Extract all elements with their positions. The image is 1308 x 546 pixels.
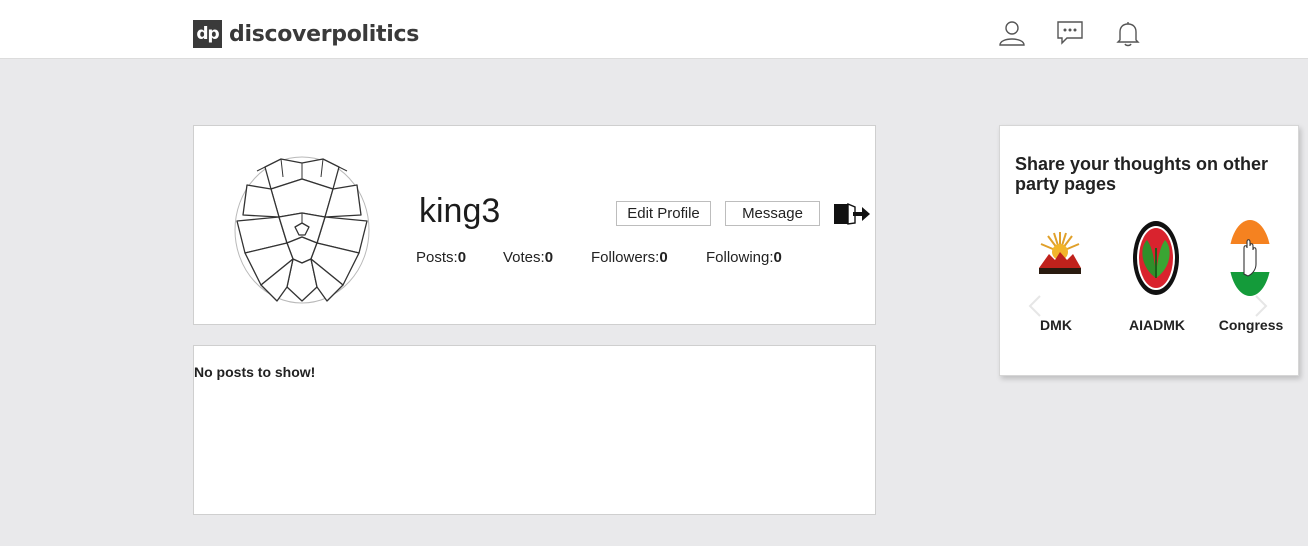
top-navbar: dp discoverpolitics bbox=[0, 0, 1308, 59]
aiadmk-logo bbox=[1133, 221, 1179, 295]
brand-mark: dp bbox=[193, 20, 222, 48]
chat-icon[interactable] bbox=[1056, 18, 1084, 48]
stat-value: 0 bbox=[544, 249, 554, 266]
stat-label: Posts: bbox=[416, 249, 458, 266]
brand-logo[interactable]: dp discoverpolitics bbox=[193, 20, 419, 48]
stat-value: 0 bbox=[773, 249, 782, 266]
stat-votes[interactable]: Votes:0 bbox=[503, 249, 553, 266]
user-icon[interactable] bbox=[998, 18, 1026, 48]
message-button[interactable]: Message bbox=[725, 201, 820, 226]
carousel-prev-arrow[interactable] bbox=[1026, 294, 1046, 318]
congress-logo bbox=[1229, 220, 1271, 296]
edit-profile-button[interactable]: Edit Profile bbox=[616, 201, 711, 226]
stat-value: 0 bbox=[457, 249, 467, 266]
avatar bbox=[233, 155, 371, 305]
widget-title: Share your thoughts on other party pages bbox=[1015, 154, 1269, 194]
stat-value: 0 bbox=[659, 249, 668, 266]
stat-posts[interactable]: Posts:0 bbox=[416, 249, 466, 266]
brand-name: discoverpolitics bbox=[229, 21, 419, 47]
party-name-aiadmk[interactable]: AIADMK bbox=[1117, 317, 1197, 333]
party-name-congress[interactable]: Congress bbox=[1211, 317, 1291, 333]
stat-label: Votes: bbox=[503, 249, 545, 266]
carousel-next-arrow[interactable] bbox=[1250, 294, 1270, 318]
party-name-dmk[interactable]: DMK bbox=[1016, 317, 1096, 333]
party-aiadmk[interactable] bbox=[1116, 218, 1196, 298]
empty-posts-message: No posts to show! bbox=[194, 364, 316, 380]
bell-icon[interactable] bbox=[1114, 18, 1142, 48]
party-congress[interactable] bbox=[1210, 218, 1290, 298]
dmk-logo bbox=[1039, 232, 1081, 274]
stat-following[interactable]: Following:0 bbox=[706, 249, 782, 266]
logout-icon[interactable] bbox=[833, 202, 871, 225]
stat-label: Followers: bbox=[591, 249, 660, 266]
party-dmk[interactable] bbox=[1020, 218, 1100, 288]
party-pages-widget: Share your thoughts on other party pages bbox=[999, 125, 1299, 376]
profile-card: king3 Edit Profile Message Posts:0 Votes… bbox=[193, 125, 876, 325]
profile-username: king3 bbox=[419, 192, 501, 230]
posts-feed: No posts to show! bbox=[193, 345, 876, 515]
stat-followers[interactable]: Followers:0 bbox=[591, 249, 668, 266]
stat-label: Following: bbox=[706, 249, 774, 266]
